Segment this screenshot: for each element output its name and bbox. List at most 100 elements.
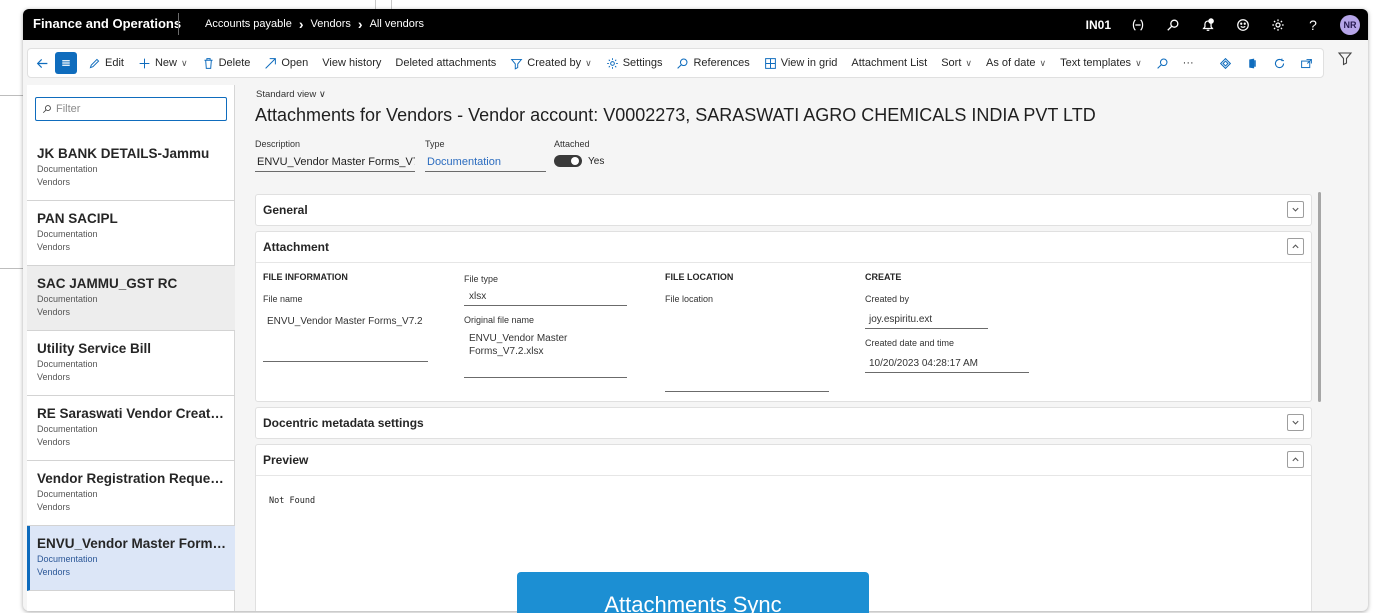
refresh-icon bbox=[1274, 58, 1285, 68]
list-item-type: Documentation bbox=[37, 554, 98, 564]
list-item[interactable]: Vendor Registration Request... Documenta… bbox=[27, 461, 235, 526]
deleted-attachments-button[interactable]: Deleted attachments bbox=[388, 48, 503, 78]
app-window: Finance and Operations Accounts payable … bbox=[23, 9, 1368, 611]
references-button[interactable]: References bbox=[669, 48, 756, 78]
created-date-label: Created date and time bbox=[865, 338, 955, 348]
trash-icon bbox=[204, 57, 213, 69]
references-label: References bbox=[693, 57, 750, 69]
search-icon[interactable] bbox=[1165, 17, 1181, 33]
created-by-label: Created by bbox=[865, 294, 910, 304]
expand-button[interactable] bbox=[1287, 414, 1304, 431]
list-item[interactable]: RE Saraswati Vendor Creatio... Documenta… bbox=[27, 396, 235, 461]
sort-button[interactable]: Sort ∨ bbox=[934, 48, 979, 78]
filter-pane-icon[interactable] bbox=[1337, 50, 1353, 66]
action-pane-right-tools bbox=[1219, 57, 1323, 70]
general-header[interactable]: General bbox=[256, 195, 1311, 225]
copilot-icon[interactable] bbox=[1130, 17, 1146, 33]
view-in-grid-label: View in grid bbox=[780, 57, 838, 69]
description-field: Description ENVU_Vendor Master Forms_V7.… bbox=[255, 139, 415, 172]
as-of-date-label: As of date bbox=[986, 57, 1036, 69]
delete-button[interactable]: Delete bbox=[195, 48, 258, 78]
action-search-button[interactable] bbox=[1149, 48, 1176, 78]
type-input[interactable]: Documentation bbox=[425, 154, 546, 172]
hamburger-menu-button[interactable] bbox=[55, 52, 77, 74]
desktop-background bbox=[0, 0, 23, 613]
search-icon bbox=[42, 105, 51, 114]
chevron-up-icon bbox=[1292, 457, 1299, 462]
details-scrollbar[interactable] bbox=[1318, 192, 1321, 402]
list-item[interactable]: Utility Service Bill Documentation Vendo… bbox=[27, 331, 235, 396]
back-button[interactable] bbox=[28, 48, 55, 78]
list-item-selected[interactable]: ENVU_Vendor Master Forms... Documentatio… bbox=[27, 526, 235, 591]
type-field: Type Documentation bbox=[425, 139, 546, 172]
chevron-down-icon: ∨ bbox=[965, 57, 972, 68]
filter-input[interactable] bbox=[56, 103, 216, 115]
background-divider bbox=[0, 268, 23, 269]
breadcrumb-all-vendors[interactable]: All vendors bbox=[370, 10, 424, 39]
attachment-title: Attachment bbox=[263, 240, 330, 254]
file-type-value[interactable]: xlsx bbox=[464, 291, 627, 302]
app-name[interactable]: Finance and Operations bbox=[33, 9, 181, 40]
settings-button[interactable]: Settings bbox=[599, 48, 670, 78]
original-file-name-line1[interactable]: ENVU_Vendor Master bbox=[464, 333, 627, 344]
breadcrumb-vendors[interactable]: Vendors bbox=[311, 10, 351, 39]
view-selector[interactable]: Standard view ∨ bbox=[256, 89, 326, 100]
text-templates-button[interactable]: Text templates ∨ bbox=[1053, 48, 1149, 78]
edit-button[interactable]: Edit bbox=[81, 48, 131, 78]
notifications-icon[interactable] bbox=[1200, 17, 1216, 33]
file-name-value[interactable]: ENVU_Vendor Master Forms_V7.2 bbox=[263, 316, 428, 327]
office-icon bbox=[1249, 58, 1256, 68]
list-item[interactable]: JK BANK DETAILS-Jammu Documentation Vend… bbox=[27, 136, 235, 201]
new-label: New bbox=[154, 57, 177, 69]
list-filter-box[interactable] bbox=[35, 97, 227, 121]
attachment-list-button[interactable]: Attachment List bbox=[844, 48, 934, 78]
delete-label: Delete bbox=[218, 57, 251, 69]
user-avatar[interactable]: NR bbox=[1340, 14, 1360, 35]
created-by-underline bbox=[865, 328, 988, 329]
created-date-underline bbox=[865, 372, 1029, 373]
open-in-new-window-icon bbox=[1301, 58, 1312, 68]
collapse-button[interactable] bbox=[1287, 238, 1304, 255]
original-file-name-line2[interactable]: Forms_V7.2.xlsx bbox=[464, 346, 627, 357]
attachment-fasttab: Attachment FILE INFORMATION File name EN… bbox=[255, 231, 1312, 402]
settings-label: Settings bbox=[622, 57, 663, 69]
list-item-source: Vendors bbox=[37, 307, 71, 317]
description-label: Description bbox=[255, 139, 301, 149]
file-type-label: File type bbox=[464, 274, 499, 284]
chevron-down-icon bbox=[1292, 207, 1299, 212]
list-item[interactable]: PAN SACIPL Documentation Vendors bbox=[27, 201, 235, 266]
list-item[interactable]: SAC JAMMU_GST RC Documentation Vendors bbox=[27, 266, 235, 331]
chevron-down-icon: ∨ bbox=[1039, 57, 1047, 68]
docentric-header[interactable]: Docentric metadata settings bbox=[256, 408, 1311, 438]
preview-header[interactable]: Preview bbox=[256, 445, 1311, 475]
attachment-header[interactable]: Attachment bbox=[256, 232, 1311, 262]
more-options-button[interactable]: ··· bbox=[1176, 48, 1201, 78]
open-button[interactable]: Open bbox=[257, 48, 315, 78]
as-of-date-button[interactable]: As of date ∨ bbox=[979, 48, 1053, 78]
breadcrumb-accounts-payable[interactable]: Accounts payable bbox=[205, 10, 292, 39]
attached-toggle[interactable] bbox=[554, 155, 582, 167]
new-button[interactable]: New ∨ bbox=[131, 48, 195, 78]
view-in-grid-button[interactable]: View in grid bbox=[757, 48, 845, 78]
create-group: CREATE Created by joy.espiritu.ext Creat… bbox=[865, 272, 1029, 373]
created-by-label: Created by bbox=[527, 57, 582, 69]
feedback-smiley-icon[interactable] bbox=[1235, 17, 1251, 33]
help-icon[interactable]: ? bbox=[1305, 17, 1321, 33]
general-title: General bbox=[263, 203, 308, 217]
company-picker[interactable]: IN01 bbox=[1086, 18, 1111, 32]
settings-gear-icon[interactable] bbox=[1270, 17, 1286, 33]
expand-button[interactable] bbox=[1287, 201, 1304, 218]
attached-value: Yes bbox=[588, 155, 605, 167]
created-date-value[interactable]: 10/20/2023 04:28:17 AM bbox=[865, 358, 988, 369]
funnel-icon bbox=[510, 58, 523, 70]
file-type-underline bbox=[464, 305, 627, 306]
attachments-sync-button[interactable]: Attachments Sync bbox=[517, 572, 869, 613]
description-input[interactable]: ENVU_Vendor Master Forms_V7.2 bbox=[255, 154, 415, 172]
view-history-button[interactable]: View history bbox=[315, 48, 388, 78]
collapse-button[interactable] bbox=[1287, 451, 1304, 468]
list-item-title: PAN SACIPL bbox=[37, 211, 118, 226]
created-by-filter-button[interactable]: Created by ∨ bbox=[503, 48, 598, 78]
list-item-type: Documentation bbox=[37, 424, 98, 434]
grid-icon bbox=[764, 57, 776, 69]
created-by-value[interactable]: joy.espiritu.ext bbox=[865, 314, 988, 325]
